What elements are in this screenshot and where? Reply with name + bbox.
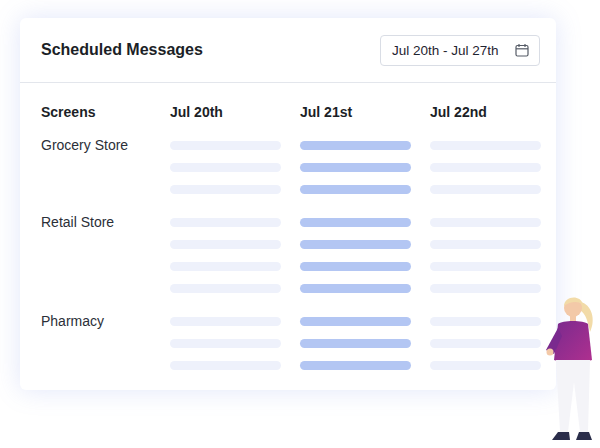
message-bar[interactable] bbox=[170, 262, 281, 271]
screens-header: Screens bbox=[41, 103, 170, 121]
day-cell bbox=[430, 141, 541, 194]
day-cell bbox=[170, 141, 281, 194]
card-header: Scheduled Messages Jul 20th - Jul 27th bbox=[20, 18, 556, 83]
message-bar[interactable] bbox=[300, 185, 411, 194]
page: Scheduled Messages Jul 20th - Jul 27th Scr… bbox=[0, 0, 600, 448]
table-header-row: ScreensJul 20thJul 21stJul 22nd bbox=[41, 103, 541, 121]
message-bar[interactable] bbox=[170, 163, 281, 172]
screen-row: Grocery Store bbox=[41, 141, 541, 194]
message-bar[interactable] bbox=[430, 339, 541, 348]
scheduled-messages-card: Scheduled Messages Jul 20th - Jul 27th Scr… bbox=[20, 18, 556, 390]
day-header[interactable]: Jul 20th bbox=[170, 103, 300, 121]
message-bar[interactable] bbox=[300, 141, 411, 150]
day-cell bbox=[170, 218, 281, 293]
day-header[interactable]: Jul 21st bbox=[300, 103, 430, 121]
message-bar[interactable] bbox=[300, 284, 411, 293]
day-cell bbox=[300, 218, 411, 293]
message-bar[interactable] bbox=[170, 240, 281, 249]
screen-row: Retail Store bbox=[41, 218, 541, 293]
message-bar[interactable] bbox=[170, 141, 281, 150]
screen-name: Grocery Store bbox=[41, 137, 170, 194]
message-bar[interactable] bbox=[430, 163, 541, 172]
woman-illustration-icon bbox=[540, 292, 600, 448]
screen-name: Pharmacy bbox=[41, 313, 170, 370]
day-cell bbox=[300, 141, 411, 194]
message-bar[interactable] bbox=[430, 218, 541, 227]
message-bar[interactable] bbox=[430, 284, 541, 293]
message-bar[interactable] bbox=[300, 218, 411, 227]
message-bar[interactable] bbox=[300, 163, 411, 172]
message-bar[interactable] bbox=[430, 185, 541, 194]
message-bar[interactable] bbox=[300, 240, 411, 249]
message-bar[interactable] bbox=[430, 141, 541, 150]
calendar-icon bbox=[515, 43, 529, 57]
message-bar[interactable] bbox=[170, 361, 281, 370]
message-bar[interactable] bbox=[300, 339, 411, 348]
message-bar[interactable] bbox=[300, 361, 411, 370]
screen-row: Pharmacy bbox=[41, 317, 541, 370]
schedule-table: ScreensJul 20thJul 21stJul 22nd Grocery S… bbox=[20, 83, 556, 390]
day-cell bbox=[170, 317, 281, 370]
message-bar[interactable] bbox=[300, 262, 411, 271]
message-bar[interactable] bbox=[430, 240, 541, 249]
message-bar[interactable] bbox=[170, 317, 281, 326]
message-bar[interactable] bbox=[170, 339, 281, 348]
message-bar[interactable] bbox=[430, 317, 541, 326]
message-bar[interactable] bbox=[170, 284, 281, 293]
day-header[interactable]: Jul 22nd bbox=[430, 103, 541, 121]
message-bar[interactable] bbox=[430, 262, 541, 271]
day-cell bbox=[300, 317, 411, 370]
day-cell bbox=[430, 317, 541, 370]
message-bar[interactable] bbox=[300, 317, 411, 326]
date-range-picker[interactable]: Jul 20th - Jul 27th bbox=[380, 35, 540, 66]
day-cell bbox=[430, 218, 541, 293]
message-bar[interactable] bbox=[430, 361, 541, 370]
card-title: Scheduled Messages bbox=[41, 41, 203, 59]
message-bar[interactable] bbox=[170, 185, 281, 194]
screen-name: Retail Store bbox=[41, 214, 170, 293]
date-range-label: Jul 20th - Jul 27th bbox=[392, 43, 499, 58]
message-bar[interactable] bbox=[170, 218, 281, 227]
